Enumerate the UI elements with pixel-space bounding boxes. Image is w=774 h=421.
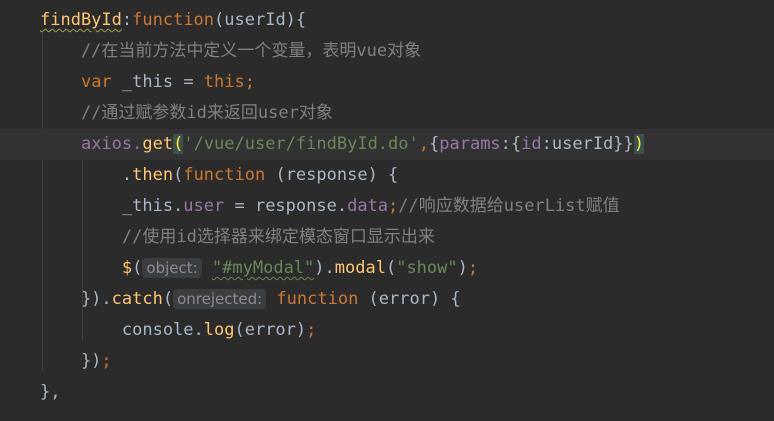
code-token: log bbox=[203, 320, 235, 340]
code-token: function bbox=[183, 165, 266, 185]
code-token: ; bbox=[388, 196, 399, 216]
code-token: catch bbox=[111, 289, 163, 309]
code-token: ) bbox=[633, 134, 645, 154]
code-token: $ bbox=[121, 258, 133, 278]
code-token: function bbox=[132, 10, 215, 30]
code-line[interactable]: }); bbox=[0, 346, 774, 377]
code-token: }). bbox=[40, 289, 112, 309]
code-line[interactable]: console.log(error); bbox=[0, 315, 774, 346]
code-token: '/vue/user/findById.do' bbox=[183, 134, 419, 154]
code-token: (error) bbox=[234, 320, 307, 340]
code-line[interactable]: axios.get('/vue/user/findById.do',{param… bbox=[0, 129, 774, 160]
code-token: "show" bbox=[396, 258, 458, 278]
code-token: (response) { bbox=[265, 165, 399, 185]
code-token: _this. bbox=[40, 196, 184, 216]
code-token: { bbox=[429, 134, 440, 154]
code-token: ) bbox=[457, 258, 468, 278]
code-editor[interactable]: findById:function(userId){ //在当前方法中定义一个变… bbox=[0, 0, 774, 421]
code-token: data bbox=[347, 196, 389, 216]
code-token: = response. bbox=[224, 196, 348, 216]
code-token: modal bbox=[334, 258, 386, 278]
code-line[interactable]: .then(function (response) { bbox=[0, 160, 774, 191]
code-token: . bbox=[40, 165, 133, 185]
code-token: params bbox=[439, 134, 501, 154]
code-token: //使用id选择器来绑定模态窗口显示出来 bbox=[40, 227, 435, 247]
code-token: :{ bbox=[500, 134, 522, 154]
code-line[interactable]: findById:function(userId){ bbox=[0, 5, 774, 36]
code-token: _this = bbox=[111, 72, 204, 92]
code-token: ( bbox=[132, 258, 143, 278]
code-token: ; bbox=[306, 320, 317, 340]
parameter-hint: object: bbox=[142, 258, 202, 278]
code-token: var bbox=[80, 72, 112, 92]
code-token: ( bbox=[385, 258, 397, 278]
code-token: :userId}} bbox=[541, 134, 634, 154]
code-token: ( bbox=[173, 165, 184, 185]
code-token: this; bbox=[203, 72, 255, 92]
code-token: ( bbox=[162, 289, 174, 309]
code-token: axios. bbox=[80, 134, 143, 154]
code-token: , bbox=[418, 134, 429, 154]
code-token: get bbox=[142, 134, 174, 154]
parameter-hint: onrejected: bbox=[173, 289, 267, 309]
code-token: : bbox=[121, 10, 133, 30]
code-token: //通过赋参数id来返回user对象 bbox=[40, 103, 333, 123]
code-token: (error) { bbox=[358, 289, 461, 309]
code-token: ). bbox=[314, 258, 335, 278]
code-line[interactable]: //通过赋参数id来返回user对象 bbox=[0, 98, 774, 129]
code-token: (userId){ bbox=[214, 10, 307, 30]
code-token: //在当前方法中定义一个变量，表明vue对象 bbox=[40, 41, 422, 61]
code-line[interactable]: //在当前方法中定义一个变量，表明vue对象 bbox=[0, 36, 774, 67]
code-token: console. bbox=[40, 320, 204, 340]
code-line[interactable]: //使用id选择器来绑定模态窗口显示出来 bbox=[0, 222, 774, 253]
code-token: "#myModal" bbox=[211, 258, 315, 278]
code-token: findById bbox=[40, 10, 122, 30]
code-line[interactable]: _this.user = response.data;//响应数据给userLi… bbox=[0, 191, 774, 222]
code-token: ( bbox=[173, 134, 184, 154]
code-line[interactable]: }, bbox=[0, 377, 774, 408]
code-token: user bbox=[183, 196, 225, 216]
code-line[interactable]: }).catch(onrejected: function (error) { bbox=[0, 284, 774, 315]
code-line[interactable]: var _this = this; bbox=[0, 67, 774, 98]
code-token: ; bbox=[467, 258, 479, 278]
code-token: }, bbox=[40, 382, 61, 402]
code-token: id bbox=[521, 134, 542, 154]
code-token: }) bbox=[40, 351, 102, 371]
code-token: //响应数据给userList赋值 bbox=[398, 196, 620, 216]
code-token: ; bbox=[101, 351, 112, 371]
code-line[interactable]: $(object: "#myModal").modal("show"); bbox=[0, 253, 774, 284]
code-token: then bbox=[132, 165, 174, 185]
code-token: function bbox=[276, 289, 359, 309]
